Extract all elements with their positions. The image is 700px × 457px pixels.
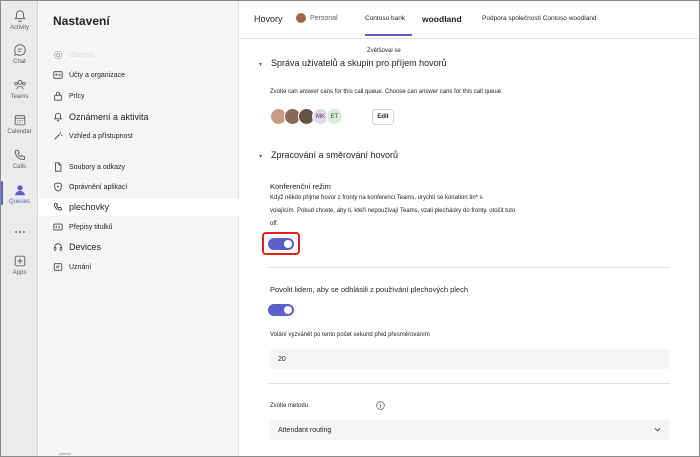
nav-item-devices[interactable]: Devices	[39, 238, 239, 256]
conference-mode-description-line2: volajícím. Pokud chcete, aby ti, kteří n…	[270, 208, 516, 214]
calendar-icon	[14, 115, 25, 126]
recognition-icon	[53, 263, 63, 271]
nav-item-accounts[interactable]: Účty a organizace	[39, 66, 239, 84]
rail-item-teams[interactable]: Teams	[1, 78, 38, 100]
nav-item-label: Uznání	[69, 263, 92, 271]
section-call-handling-title: Zpracování a směrování hovorů	[271, 150, 399, 160]
avatar: ET	[326, 108, 343, 125]
phone-icon	[54, 202, 62, 211]
bell-icon	[53, 112, 63, 122]
nav-item-label: plechovky	[69, 202, 110, 212]
rail-label: Calendar	[7, 129, 32, 135]
chevron-down-icon	[654, 427, 661, 432]
rail-item-activity[interactable]: Activity	[1, 9, 38, 31]
routing-method-label: Zvolte metodu	[270, 403, 309, 409]
wand-icon	[54, 132, 63, 140]
nav-item-appearance[interactable]: Vzhled a přístupnost	[39, 127, 239, 145]
tab-contoso-woodland-support[interactable]: Podpora společnosti Contoso woodland	[482, 15, 597, 22]
conference-mode-title: Konferenční režim	[270, 182, 331, 191]
conference-mode-toggle[interactable]	[268, 238, 294, 250]
tab-woodland[interactable]: woodland	[422, 14, 462, 24]
collapse-chevron-icon[interactable]: ▾	[259, 153, 262, 160]
nav-item-label: Přepisy titulků	[69, 223, 113, 231]
active-tab-underline	[365, 34, 412, 36]
avatar	[296, 13, 306, 23]
nav-item-privacy[interactable]: Prlcy	[39, 87, 239, 105]
nav-item-general[interactable]: Obecné	[39, 46, 239, 64]
tab-personal[interactable]: Personal	[310, 15, 338, 22]
phone-icon	[14, 149, 25, 161]
more-icon	[14, 231, 25, 233]
apps-icon	[14, 255, 25, 267]
shield-icon	[54, 182, 62, 192]
nav-item-files[interactable]: Soubory a odkazy	[39, 158, 239, 176]
calls-settings-content: Zvětšoval se ▾ Správa uživatelů a skupin…	[240, 40, 699, 456]
edit-button[interactable]: Edit	[372, 109, 394, 125]
tab-contoso-bank[interactable]: Contoso bank	[365, 15, 405, 22]
routing-method-value: Attendant routing	[278, 426, 332, 434]
rail-label: Chat	[13, 59, 26, 65]
section-manage-users-title: Správa uživatelů a skupin pro příjem hov…	[271, 58, 447, 68]
account-icon	[53, 71, 63, 79]
rail-label: Apps	[12, 270, 27, 276]
nav-item-label: Devices	[69, 242, 102, 252]
nav-item-calls[interactable]: plechovky	[39, 198, 239, 216]
opt-out-toggle[interactable]	[268, 304, 294, 316]
nav-item-label: Oprávnění aplikací	[69, 183, 128, 191]
captions-icon	[53, 223, 63, 231]
chat-icon	[13, 44, 26, 56]
nav-item-app-permissions[interactable]: Oprávnění aplikací	[39, 178, 239, 196]
divider	[268, 383, 670, 384]
nav-item-label: Oznámení a aktivita	[69, 112, 149, 122]
nav-item-captions[interactable]: Přepisy titulků	[39, 218, 239, 236]
conference-mode-description-line1: Když někdo přijme hovor z fronty na konf…	[270, 195, 483, 201]
scroll-indicator	[59, 453, 71, 455]
page-title: Hovory	[254, 14, 283, 24]
rail-item-apps[interactable]: Apps	[1, 254, 38, 276]
zoom-tooltip: Zvětšoval se	[367, 48, 401, 54]
nav-item-notifications[interactable]: Oznámení a aktivita	[39, 108, 239, 126]
wait-time-label: Volání vyzvánět po tento počet sekund př…	[270, 332, 430, 338]
file-icon	[55, 162, 62, 172]
rail-label: Teams	[10, 94, 29, 100]
settings-nav: Nastavení Obecné Účty a organizace Prlcy…	[39, 1, 239, 456]
info-icon[interactable]	[376, 401, 385, 410]
collapse-chevron-icon[interactable]: ▾	[259, 61, 262, 68]
app-rail: Activity Chat Teams Calendar Calls Queue…	[1, 1, 38, 456]
rail-label: Calls	[12, 164, 27, 170]
wait-time-input[interactable]: 20	[270, 349, 670, 369]
rail-item-chat[interactable]: Chat	[1, 43, 38, 65]
toggle-knob	[284, 306, 292, 314]
rail-item-calls[interactable]: Calls	[1, 148, 38, 170]
queues-icon	[14, 185, 25, 196]
nav-item-label: Vzhled a přístupnost	[69, 132, 133, 140]
teams-icon	[13, 79, 26, 90]
nav-item-label: Účty a organizace	[69, 71, 126, 79]
rail-label: Activity	[9, 25, 29, 31]
nav-item-recognition[interactable]: Uznání	[39, 258, 239, 276]
opt-out-title: Povolit lidem, aby se odhlásili z použív…	[270, 285, 469, 294]
rail-item-queues[interactable]: Queues	[1, 181, 38, 205]
agent-avatars: MK ET	[270, 108, 343, 126]
conference-mode-description-line3: off.	[270, 221, 279, 227]
divider	[268, 267, 670, 268]
gear-icon	[53, 50, 63, 60]
section-manage-users-description: Zvolte can answer cans for this call que…	[270, 89, 503, 95]
settings-title: Nastavení	[53, 14, 110, 28]
nav-item-label: Prlcy	[69, 92, 85, 100]
bell-icon	[13, 10, 26, 23]
toggle-knob	[284, 240, 292, 248]
routing-method-select[interactable]: Attendant routing	[270, 420, 670, 440]
headset-icon	[53, 243, 63, 251]
rail-item-calendar[interactable]: Calendar	[1, 113, 38, 135]
nav-item-label: Obecné	[69, 51, 94, 59]
rail-label: Queues	[8, 199, 30, 205]
nav-item-label: Soubory a odkazy	[69, 163, 126, 171]
lock-icon	[54, 91, 62, 101]
calls-header: Hovory Personal Contoso bank woodland Po…	[240, 1, 699, 39]
rail-item-more[interactable]	[1, 225, 38, 239]
